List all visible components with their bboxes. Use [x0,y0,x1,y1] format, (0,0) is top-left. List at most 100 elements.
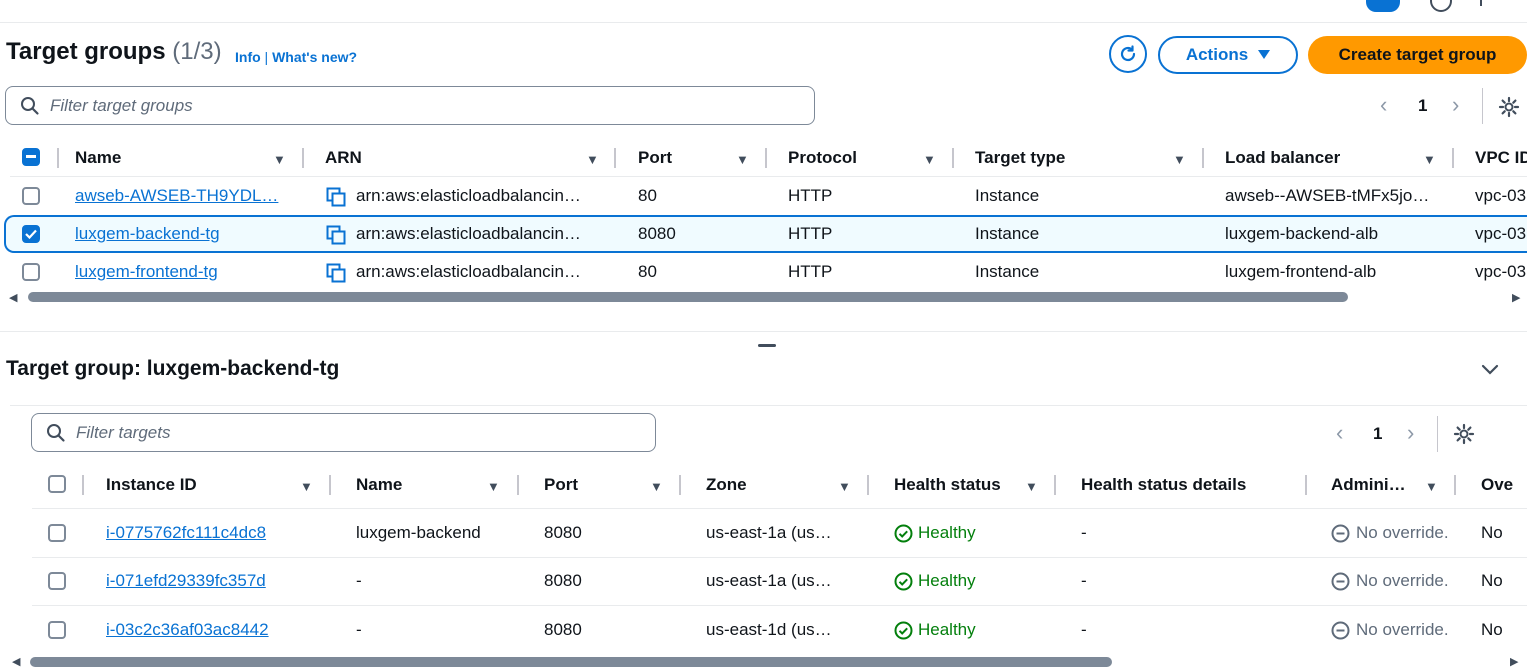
col-header-target-type[interactable]: Target type [975,148,1065,168]
target-type-text: Instance [975,262,1040,281]
sort-caret-icon[interactable]: ▼ [586,152,599,167]
col-header-name[interactable]: Name [356,475,402,495]
chevron-left-icon[interactable]: ‹ [1336,420,1343,446]
checkmark-icon [25,229,37,239]
page-title: Target groups (1/3) [6,38,222,66]
row-checkbox[interactable] [48,621,66,639]
col-header-health-status[interactable]: Health status [894,475,1001,495]
col-header-health-status-details[interactable]: Health status details [1081,475,1246,495]
col-header-port[interactable]: Port [638,148,672,168]
target-group-link[interactable]: luxgem-backend-tg [75,224,220,244]
page-number[interactable]: 1 [1418,96,1427,116]
column-divider[interactable] [329,475,331,495]
column-divider[interactable] [1054,475,1056,495]
col-header-instance-id[interactable]: Instance ID [106,475,197,495]
whats-new-link[interactable]: What's new? [272,49,357,65]
gear-icon[interactable] [1498,96,1520,123]
row-checkbox[interactable] [48,524,66,542]
scroll-right-icon[interactable]: ▶ [1510,655,1518,668]
column-divider[interactable] [952,148,954,168]
sort-caret-icon[interactable]: ▼ [1173,152,1186,167]
chevron-right-icon[interactable]: › [1452,92,1459,118]
horizontal-scrollbar[interactable] [30,657,1112,667]
instance-id-link[interactable]: i-0775762fc111c4dc8 [106,523,266,543]
arn-text: arn:aws:elasticloadbalancin… [356,186,581,205]
chevron-right-icon[interactable]: › [1407,420,1414,446]
col-header-arn[interactable]: ARN [325,148,362,168]
sort-caret-icon[interactable]: ▼ [1423,152,1436,167]
instance-id-link[interactable]: i-03c2c36af03ac8442 [106,620,269,640]
sort-caret-icon[interactable]: ▼ [1025,479,1038,494]
row-checkbox[interactable] [22,225,40,243]
horizontal-scrollbar[interactable] [28,292,1348,302]
col-header-zone[interactable]: Zone [706,475,747,495]
copy-icon[interactable] [326,187,346,207]
col-header-vpc-id[interactable]: VPC ID [1475,148,1527,168]
column-divider[interactable] [1454,475,1456,495]
protocol-text: HTTP [788,224,833,243]
minus-circle-icon [1331,621,1350,640]
create-target-group-button[interactable]: Create target group [1308,36,1527,74]
zone-text: us-east-1a (us… [706,523,832,542]
filter-target-groups-input[interactable]: Filter target groups [5,86,815,125]
select-all-checkbox[interactable] [48,475,66,493]
col-header-load-balancer[interactable]: Load balancer [1225,148,1340,168]
col-header-protocol[interactable]: Protocol [788,148,857,168]
col-header-port[interactable]: Port [544,475,578,495]
column-divider[interactable] [867,475,869,495]
row-checkbox[interactable] [48,572,66,590]
column-divider[interactable] [765,148,767,168]
gear-icon[interactable] [1453,423,1475,450]
row-checkbox[interactable] [22,263,40,281]
copy-icon[interactable] [326,263,346,283]
sort-caret-icon[interactable]: ▼ [838,479,851,494]
admin-override-text: No override. [1356,620,1449,639]
row-checkbox[interactable] [22,187,40,205]
resize-handle-icon[interactable] [758,344,776,347]
admin-override-text: No override. [1356,571,1449,590]
column-divider [82,475,84,495]
sort-caret-icon[interactable]: ▼ [923,152,936,167]
column-divider[interactable] [1305,475,1307,495]
scroll-left-icon[interactable]: ◀ [9,291,17,304]
target-group-link[interactable]: luxgem-frontend-tg [75,262,218,282]
refresh-button[interactable] [1109,35,1147,73]
copy-icon[interactable] [326,225,346,245]
override-reason-text: No [1481,571,1503,590]
menu-icon[interactable] [1480,0,1502,6]
chevron-down-icon[interactable] [1481,364,1499,376]
select-all-checkbox[interactable] [22,148,40,166]
col-header-name[interactable]: Name [75,148,121,168]
search-icon [21,97,39,115]
filter-targets-input[interactable]: Filter targets [31,413,656,452]
sort-caret-icon[interactable]: ▼ [487,479,500,494]
info-link[interactable]: Info [235,49,261,65]
target-group-link[interactable]: awseb-AWSEB-TH9YDL… [75,186,278,206]
sort-caret-icon[interactable]: ▼ [300,479,313,494]
col-header-administrative-override[interactable]: Admini… [1331,475,1406,495]
column-divider[interactable] [614,148,616,168]
scroll-left-icon[interactable]: ◀ [12,655,20,668]
col-header-override-reason[interactable]: Ove [1481,475,1527,495]
column-divider[interactable] [1202,148,1204,168]
sort-caret-icon[interactable]: ▼ [650,479,663,494]
health-status-text: Healthy [918,571,976,590]
sort-caret-icon[interactable]: ▼ [273,152,286,167]
split-panel-divider [0,331,1527,332]
protocol-text: HTTP [788,186,833,205]
column-divider[interactable] [302,148,304,168]
override-reason-text: No [1481,620,1503,639]
chevron-left-icon[interactable]: ‹ [1380,92,1387,118]
actions-button[interactable]: Actions [1158,36,1298,74]
sort-caret-icon[interactable]: ▼ [736,152,749,167]
sort-caret-icon[interactable]: ▼ [1425,479,1438,494]
page-number[interactable]: 1 [1373,424,1382,444]
column-divider[interactable] [679,475,681,495]
scroll-right-icon[interactable]: ▶ [1512,291,1520,304]
load-balancer-text: luxgem-backend-alb [1225,224,1379,243]
column-divider[interactable] [517,475,519,495]
instance-id-link[interactable]: i-071efd29339fc357d [106,571,266,591]
top-toolbar-button[interactable] [1366,0,1400,12]
load-balancer-text: awseb--AWSEB-tMFx5jo… [1225,186,1430,205]
column-divider[interactable] [1452,148,1454,168]
